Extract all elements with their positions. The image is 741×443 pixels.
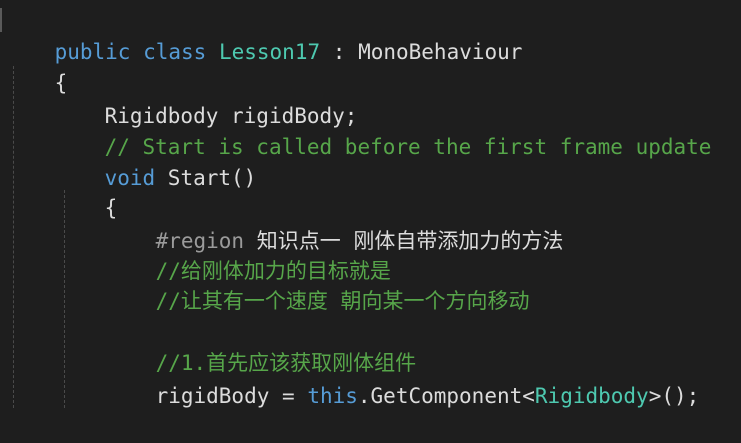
colon: : bbox=[320, 40, 359, 64]
code-line-get-component[interactable]: rigidBody = this.GetComponent<Rigidbody>… bbox=[105, 350, 700, 408]
code-line-field[interactable]: Rigidbody rigidBody; bbox=[54, 70, 358, 128]
comment: //让其有一个速度 朝向某一个方向移动 bbox=[155, 289, 530, 313]
class-name: Lesson17 bbox=[218, 40, 321, 64]
code-line-comment-2[interactable]: //让其有一个速度 朝向某一个方向移动 bbox=[105, 255, 530, 313]
assign-op: = bbox=[269, 384, 308, 408]
code-line-open-brace[interactable]: { bbox=[4, 37, 68, 95]
generic-type: Rigidbody bbox=[534, 384, 649, 408]
code-line-method-brace[interactable]: { bbox=[54, 162, 118, 220]
base-class: MonoBehaviour bbox=[358, 40, 523, 64]
method-name: Start() bbox=[155, 166, 257, 190]
code-line-comment-start[interactable]: // Start is called before the first fram… bbox=[54, 101, 712, 159]
code-editor[interactable]: public class Lesson17 : MonoBehaviour { … bbox=[0, 0, 741, 408]
code-line-comment-1[interactable]: //给刚体加力的目标就是 bbox=[105, 225, 391, 283]
fold-marker bbox=[0, 8, 2, 32]
code-line-comment-3[interactable]: //1.首先应该获取刚体组件 bbox=[105, 317, 417, 375]
keyword-this: this bbox=[307, 384, 358, 408]
keyword-class: class bbox=[143, 40, 207, 64]
code-line-method-declaration[interactable]: void Start() bbox=[54, 132, 257, 190]
variable: rigidBody bbox=[155, 384, 270, 408]
code-line-class-declaration[interactable]: public class Lesson17 : MonoBehaviour bbox=[4, 6, 523, 64]
method-call: .GetComponent< bbox=[357, 384, 535, 408]
call-end: >(); bbox=[648, 384, 700, 408]
code-line-region[interactable]: #region 知识点一 刚体自带添加力的方法 bbox=[105, 195, 564, 253]
